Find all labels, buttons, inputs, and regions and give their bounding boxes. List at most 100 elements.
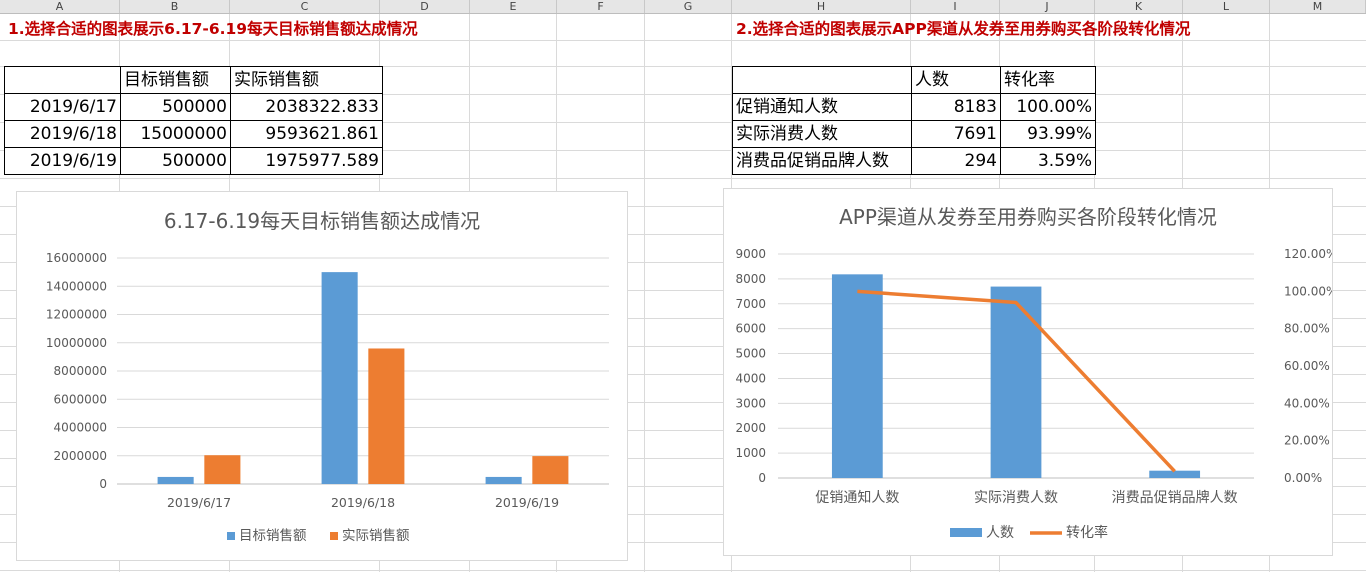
table-cell[interactable]: 15000000 [120,120,231,148]
bar-actual [368,348,405,484]
table-row: 2019/6/18 15000000 9593621.861 [4,120,383,148]
y2-tick-label: 120.00% [1284,247,1332,261]
column-header-H[interactable]: H [732,0,911,13]
table-row: 实际消费人数 7691 93.99% [732,120,1096,148]
y-tick-label: 0 [758,471,766,485]
table-cell[interactable]: 实际消费人数 [732,120,912,148]
y-tick-label: 4000000 [54,421,107,435]
x-tick-label: 实际消费人数 [974,490,1058,506]
column-header-F[interactable]: F [557,0,645,13]
column-header-C[interactable]: C [230,0,380,13]
sales-table: 目标销售额 实际销售额 2019/6/17 500000 2038322.833… [4,66,383,175]
column-header-I[interactable]: I [911,0,1000,13]
bar-people [990,286,1042,478]
legend-swatch [227,532,235,540]
task1-title[interactable]: 1.选择合适的图表展示6.17-6.19每天目标销售额达成情况 [8,20,418,38]
bar-actual [532,456,569,484]
column-header-K[interactable]: K [1095,0,1183,13]
y-tick-label: 3000 [735,396,766,410]
table-cell[interactable]: 9593621.861 [230,120,383,148]
legend-label: 转化率 [1066,524,1108,541]
chart-title: 6.17-6.19每天目标销售额达成情况 [164,209,480,233]
y-tick-label: 16000000 [46,251,107,265]
table-cell[interactable]: 294 [911,147,1001,175]
y2-tick-label: 40.00% [1284,396,1330,410]
table-cell[interactable]: 500000 [120,93,231,121]
table-cell[interactable]: 促销通知人数 [732,93,912,121]
conversion-table: 人数 转化率 促销通知人数 8183 100.00% 实际消费人数 7691 9… [732,66,1096,175]
x-tick-label: 2019/6/18 [331,495,395,510]
table-cell[interactable]: 2019/6/17 [4,93,121,121]
table-cell[interactable]: 100.00% [1000,93,1096,121]
y-tick-label: 1000 [735,446,766,460]
y2-tick-label: 60.00% [1284,359,1330,373]
column-header-M[interactable]: M [1270,0,1366,13]
y-tick-label: 4000 [735,371,766,385]
bar-target [321,272,358,484]
spreadsheet-grid[interactable]: ABCDEFGHIJKLM 1.选择合适的图表展示6.17-6.19每天目标销售… [0,0,1366,572]
table-cell[interactable]: 1975977.589 [230,147,383,175]
conversion-chart-svg: APP渠道从发券至用券购买各阶段转化情况 0 1000 2000 3000 4000 500… [735,205,1332,541]
bar-people [831,274,883,478]
y-tick-label: 12000000 [46,308,107,322]
table-header-cell[interactable]: 人数 [911,66,1001,94]
column-header-E[interactable]: E [470,0,557,13]
task2-title[interactable]: 2.选择合适的图表展示APP渠道从发券至用券购买各阶段转化情况 [736,20,1190,38]
table-cell[interactable]: 3.59% [1000,147,1096,175]
legend-swatch [330,532,338,540]
sales-chart-svg: 6.17-6.19每天目标销售额达成情况 0 2000000 4000000 60000… [46,209,609,544]
x-tick-label: 2019/6/19 [495,495,559,510]
y2-tick-label: 20.00% [1284,434,1330,448]
grid-hline [0,178,1366,179]
table-cell[interactable]: 8183 [911,93,1001,121]
table-cell[interactable]: 2019/6/18 [4,120,121,148]
table-row: 2019/6/19 500000 1975977.589 [4,147,383,175]
table-cell[interactable]: 93.99% [1000,120,1096,148]
column-header-A[interactable]: A [0,0,120,13]
y-tick-label: 8000000 [54,364,107,378]
sales-chart[interactable]: 6.17-6.19每天目标销售额达成情况 0 2000000 4000000 60000… [16,191,628,561]
table-row: 消费品促销品牌人数 294 3.59% [732,147,1096,175]
y2-tick-label: 80.00% [1284,322,1330,336]
table-cell[interactable]: 2019/6/19 [4,147,121,175]
y-tick-label: 14000000 [46,279,107,293]
table-row: 促销通知人数 8183 100.00% [732,93,1096,121]
y-tick-label: 5000 [735,347,766,361]
column-header-G[interactable]: G [645,0,732,13]
table-cell[interactable]: 消费品促销品牌人数 [732,147,912,175]
column-header-B[interactable]: B [120,0,230,13]
y-tick-label: 9000 [735,247,766,261]
y-tick-label: 0 [99,477,107,491]
sales-table-header-row: 目标销售额 实际销售额 [4,66,383,94]
table-cell[interactable] [4,66,121,94]
column-header-D[interactable]: D [380,0,470,13]
table-header-cell[interactable]: 转化率 [1000,66,1096,94]
table-cell[interactable]: 500000 [120,147,231,175]
table-row: 2019/6/17 500000 2038322.833 [4,93,383,121]
y-tick-label: 2000000 [54,449,107,463]
legend-label: 实际销售额 [342,528,410,544]
table-cell[interactable]: 2038322.833 [230,93,383,121]
table-header-cell[interactable]: 目标销售额 [120,66,231,94]
conversion-table-header-row: 人数 转化率 [732,66,1096,94]
column-header-J[interactable]: J [1000,0,1095,13]
y2-tick-label: 100.00% [1284,284,1332,298]
x-tick-label: 2019/6/17 [167,495,231,510]
table-header-cell[interactable]: 实际销售额 [230,66,383,94]
table-cell[interactable] [732,66,912,94]
column-header-L[interactable]: L [1183,0,1270,13]
x-tick-label: 消费品促销品牌人数 [1112,489,1238,506]
conversion-chart[interactable]: APP渠道从发券至用券购买各阶段转化情况 0 1000 2000 3000 4000 500… [723,188,1333,556]
bar-people [1149,470,1201,478]
y-tick-label: 2000 [735,421,766,435]
grid-hline [0,570,1366,571]
bar-actual [204,455,241,484]
legend-label: 目标销售额 [239,528,307,544]
grid-vline [644,14,645,572]
grid-hline [0,40,1366,41]
y2-tick-label: 0.00% [1284,471,1322,485]
bar-target [157,476,194,484]
legend-swatch [950,528,982,537]
legend-label: 人数 [986,525,1014,541]
table-cell[interactable]: 7691 [911,120,1001,148]
